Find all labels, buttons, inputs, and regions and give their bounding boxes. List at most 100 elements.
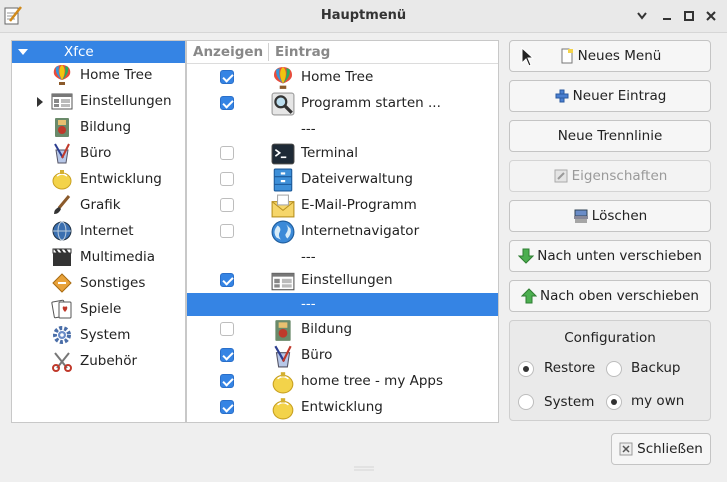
balloon-icon	[274, 67, 292, 89]
show-checkbox[interactable]	[220, 172, 234, 186]
configuration-title: Configuration	[564, 330, 656, 346]
development-icon	[52, 170, 72, 190]
column-divider	[268, 43, 269, 61]
tree-item-label: Einstellungen	[80, 93, 172, 109]
show-checkbox[interactable]	[220, 224, 234, 238]
arrow-down-icon	[518, 248, 535, 264]
tree-item-label: Grafik	[80, 197, 121, 213]
tree-item-einstellungen[interactable]: Einstellungen	[12, 89, 185, 115]
button-label: Neues Menü	[577, 48, 662, 64]
new-menu-button[interactable]: Neues Menü	[509, 40, 711, 72]
entry-label: Internetnavigator	[301, 223, 420, 239]
resize-grip-icon[interactable]	[354, 466, 374, 472]
tree-item-label: Bildung	[80, 119, 132, 135]
internet-icon	[52, 221, 72, 241]
system-label[interactable]: System	[544, 394, 594, 410]
arrow-up-icon	[521, 288, 538, 304]
list-row[interactable]: Programm starten ...	[187, 91, 498, 117]
column-header-show[interactable]: Anzeigen	[193, 44, 263, 60]
move-up-button[interactable]: Nach oben verschieben	[509, 280, 711, 312]
properties-button[interactable]: Eigenschaften	[509, 160, 711, 192]
button-label: Schließen	[637, 441, 703, 457]
entry-label: Bildung	[301, 321, 353, 337]
list-row[interactable]: Büro	[187, 343, 498, 369]
close-button[interactable]: Schließen	[611, 433, 711, 465]
list-row[interactable]: Entwicklung	[187, 395, 498, 421]
tree-item-entwicklung[interactable]: Entwicklung	[12, 167, 185, 193]
move-down-button[interactable]: Nach unten verschieben	[509, 240, 711, 272]
list-row[interactable]: Dateiverwaltung	[187, 167, 498, 193]
my-own-label[interactable]: my own	[631, 393, 684, 409]
show-checkbox[interactable]	[220, 96, 234, 110]
configuration-group: Configuration Restore Backup System my o…	[509, 320, 711, 421]
tree-item-label: Sonstiges	[80, 275, 146, 291]
show-checkbox[interactable]	[220, 146, 234, 160]
my-own-radio[interactable]	[606, 394, 622, 410]
tree-root-label: Xfce	[64, 44, 94, 60]
list-row[interactable]: Bildung	[187, 317, 498, 343]
minimize-icon	[663, 18, 671, 20]
restore-label[interactable]: Restore	[544, 360, 595, 376]
menu-tree[interactable]: Xfce Home Tree Einstellungen Bildung Bür…	[11, 40, 186, 423]
education-icon	[275, 320, 291, 341]
list-row[interactable]: Einstellungen	[187, 268, 498, 294]
tree-item-internet[interactable]: Internet	[12, 219, 185, 245]
tree-item-label: Multimedia	[80, 249, 156, 265]
expander-closed-icon[interactable]	[37, 97, 43, 107]
balloon-icon	[53, 65, 71, 85]
new-separator-button[interactable]: Neue Trennlinie	[509, 120, 711, 152]
window-title: Hauptmenü	[320, 8, 407, 23]
maximize-button[interactable]	[680, 7, 698, 25]
button-label: Löschen	[591, 208, 648, 224]
show-checkbox[interactable]	[220, 322, 234, 336]
expander-open-icon[interactable]	[18, 49, 28, 55]
tree-item-label: Zubehör	[80, 353, 138, 369]
globe-icon	[271, 220, 295, 244]
list-row-separator-selected[interactable]: ---	[187, 293, 498, 316]
tree-item-home-tree[interactable]: Home Tree	[12, 63, 185, 89]
show-checkbox[interactable]	[220, 400, 234, 414]
terminal-icon	[271, 143, 295, 165]
development-icon	[272, 398, 294, 420]
office-icon	[54, 143, 70, 164]
settings-icon	[271, 272, 295, 291]
backup-label[interactable]: Backup	[631, 360, 681, 376]
close-window-button[interactable]	[702, 7, 720, 25]
list-row[interactable]: E-Mail-Programm	[187, 193, 498, 219]
entry-label: Terminal	[301, 145, 359, 161]
list-row-separator[interactable]: ---	[187, 117, 498, 143]
tree-item-zubehoer[interactable]: Zubehör	[12, 349, 185, 375]
entry-list[interactable]: Anzeigen Eintrag Home Tree Programm star…	[186, 40, 499, 423]
help-button[interactable]	[633, 7, 651, 25]
separator-label: ---	[301, 121, 316, 137]
show-checkbox[interactable]	[220, 374, 234, 388]
delete-button[interactable]: Löschen	[509, 200, 711, 232]
search-icon	[271, 92, 295, 116]
tree-item-sonstiges[interactable]: Sonstiges	[12, 271, 185, 297]
tree-item-bildung[interactable]: Bildung	[12, 115, 185, 141]
entry-label: E-Mail-Programm	[301, 197, 417, 213]
column-header-entry[interactable]: Eintrag	[275, 44, 330, 60]
entry-label: Entwicklung	[301, 399, 383, 415]
system-radio[interactable]	[518, 394, 534, 410]
list-row[interactable]: Internetnavigator	[187, 219, 498, 245]
show-checkbox[interactable]	[220, 70, 234, 84]
show-checkbox[interactable]	[220, 273, 234, 287]
tree-item-buero[interactable]: Büro	[12, 141, 185, 167]
list-row[interactable]: home tree - my Apps	[187, 369, 498, 395]
show-checkbox[interactable]	[220, 198, 234, 212]
new-entry-button[interactable]: Neuer Eintrag	[509, 80, 711, 112]
entry-label: Büro	[301, 347, 333, 363]
tree-item-multimedia[interactable]: Multimedia	[12, 245, 185, 271]
entry-label: home tree - my Apps	[301, 373, 444, 389]
tree-item-system[interactable]: System	[12, 323, 185, 349]
minimize-button[interactable]	[658, 7, 676, 25]
tree-item-grafik[interactable]: Grafik	[12, 193, 185, 219]
show-checkbox[interactable]	[220, 348, 234, 362]
backup-radio[interactable]	[606, 361, 622, 377]
tree-root-xfce[interactable]: Xfce	[12, 41, 185, 63]
list-row[interactable]: Home Tree	[187, 65, 498, 91]
restore-radio[interactable]	[518, 361, 534, 377]
list-row[interactable]: Terminal	[187, 141, 498, 167]
tree-item-spiele[interactable]: Spiele	[12, 297, 185, 323]
